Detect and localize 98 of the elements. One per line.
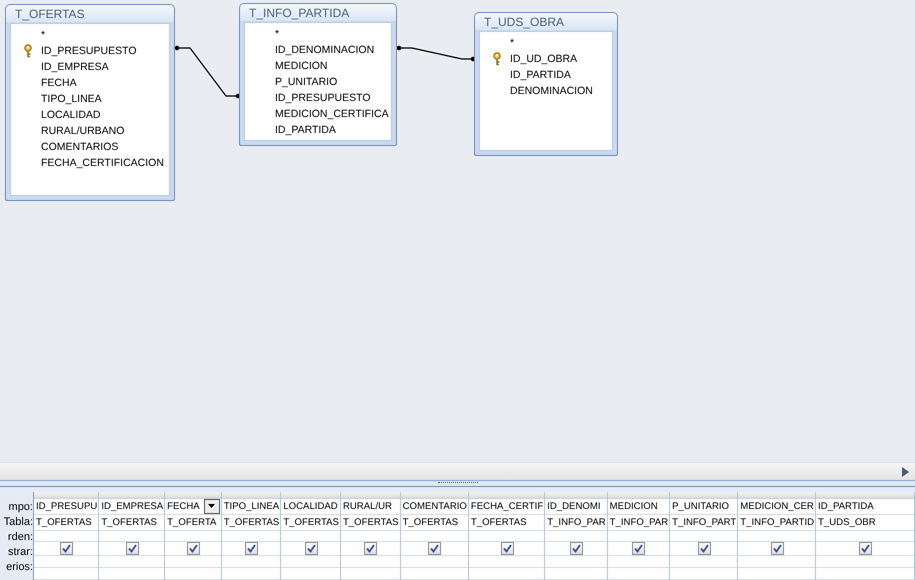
field-cell[interactable]: FECHA_CERTIF bbox=[470, 498, 544, 514]
checkmark-icon bbox=[62, 544, 72, 554]
column-selector[interactable] bbox=[468, 492, 544, 499]
field-name[interactable]: * bbox=[510, 37, 514, 49]
table-cell[interactable]: T_OFERTAS bbox=[283, 514, 339, 530]
checkmark-icon bbox=[247, 544, 256, 554]
column-selector[interactable] bbox=[670, 492, 738, 499]
row-label: strar: bbox=[8, 545, 33, 560]
table-cell[interactable]: T_OFERTA bbox=[167, 514, 216, 530]
table-cell[interactable]: T_INFO_PART bbox=[672, 514, 736, 530]
table-title: T_UDS_OBRA bbox=[475, 13, 617, 30]
show-checkbox[interactable] bbox=[428, 542, 442, 556]
field-name[interactable]: ID_PRESUPUESTO bbox=[41, 45, 136, 57]
show-checkbox[interactable] bbox=[60, 542, 74, 556]
field-name[interactable]: RURAL/URBANO bbox=[41, 125, 124, 137]
field-name[interactable]: ID_PARTIDA bbox=[510, 69, 571, 81]
field-cell[interactable]: COMENTARIO bbox=[402, 498, 467, 514]
dropdown-button[interactable] bbox=[204, 498, 220, 514]
field-name[interactable]: TIPO_LINEA bbox=[41, 93, 102, 105]
column-selector[interactable] bbox=[34, 492, 98, 499]
row-label: erios: bbox=[6, 560, 33, 575]
show-checkbox[interactable] bbox=[770, 542, 784, 556]
show-checkbox[interactable] bbox=[632, 542, 646, 556]
column-selector[interactable] bbox=[738, 492, 816, 499]
column-selector[interactable] bbox=[545, 492, 607, 499]
checkmark-icon bbox=[128, 544, 137, 554]
field-name[interactable]: * bbox=[41, 29, 46, 41]
show-checkbox[interactable] bbox=[126, 542, 139, 556]
field-name[interactable]: ID_DENOMINACION bbox=[275, 44, 374, 56]
table-title: T_OFERTAS bbox=[6, 5, 174, 22]
table-cell[interactable]: T_OFERTAS bbox=[36, 514, 92, 530]
field-cell[interactable]: MEDICION bbox=[610, 498, 658, 514]
table-title: T_INFO_PARTIDA bbox=[240, 4, 396, 21]
checkmark-icon bbox=[772, 544, 782, 554]
splitter-grip[interactable] bbox=[438, 482, 478, 485]
column-selector[interactable] bbox=[99, 492, 164, 499]
checkmark-icon bbox=[502, 544, 512, 554]
field-name[interactable]: ID_UD_OBRA bbox=[510, 53, 578, 65]
field-cell[interactable]: ID_PARTIDA bbox=[818, 498, 874, 514]
table-window[interactable]: T_INFO_PARTIDA * ID_DENOMINACION MEDICION P_UNITARIO ID_PRESUPUESTO MEDICION_CERTIFICA ID_PARTIDA bbox=[239, 3, 397, 146]
field-name[interactable]: FECHA bbox=[41, 77, 77, 89]
field-cell[interactable]: ID_EMPRESA bbox=[101, 498, 164, 514]
field-name[interactable]: COMENTARIOS bbox=[41, 141, 118, 153]
checkmark-icon bbox=[188, 544, 198, 554]
scroll-right-icon[interactable] bbox=[902, 466, 909, 476]
field-name[interactable]: ID_PRESUPUESTO bbox=[275, 92, 370, 104]
checkmark-icon bbox=[430, 544, 440, 554]
table-cell[interactable]: T_OFERTAS bbox=[101, 514, 157, 530]
field-cell[interactable]: LOCALIDAD bbox=[283, 498, 338, 514]
checkmark-icon bbox=[700, 544, 709, 554]
show-checkbox[interactable] bbox=[698, 542, 711, 556]
checkmark-icon bbox=[366, 544, 376, 554]
table-cell[interactable]: T_INFO_PARTID bbox=[740, 514, 814, 530]
caret-icon bbox=[208, 504, 216, 508]
field-cell[interactable]: ID_DENOMI bbox=[547, 498, 601, 514]
table-cell[interactable]: T_OFERTAS bbox=[470, 514, 526, 530]
table-window[interactable]: T_UDS_OBRA * ID_UD_OBRA ID_PARTIDA DENOMINACION bbox=[474, 12, 618, 156]
show-checkbox[interactable] bbox=[304, 542, 318, 556]
checkmark-icon bbox=[634, 544, 644, 554]
show-checkbox[interactable] bbox=[570, 542, 583, 556]
show-checkbox[interactable] bbox=[186, 542, 200, 556]
field-cell[interactable]: P_UNITARIO bbox=[672, 498, 729, 514]
column-selector[interactable] bbox=[608, 492, 670, 499]
field-name[interactable]: MEDICION bbox=[275, 60, 328, 72]
column-selector[interactable] bbox=[281, 492, 340, 499]
show-checkbox[interactable] bbox=[245, 542, 258, 556]
field-cell[interactable]: MEDICION_CER bbox=[740, 498, 814, 514]
table-cell[interactable]: T_UDS_OBR bbox=[818, 514, 876, 530]
checkmark-icon bbox=[572, 544, 581, 554]
field-cell[interactable]: TIPO_LINEA bbox=[224, 498, 280, 514]
field-name[interactable]: FECHA_CERTIFICACION bbox=[41, 157, 164, 169]
row-label: mpo: bbox=[8, 500, 33, 515]
column-selector[interactable] bbox=[400, 492, 468, 499]
field-name[interactable]: ID_PARTIDA bbox=[275, 124, 336, 136]
row-label: Tabla: bbox=[4, 515, 33, 530]
table-cell[interactable]: T_OFERTAS bbox=[224, 514, 280, 530]
field-cell[interactable]: FECHA bbox=[167, 498, 200, 514]
table-window[interactable]: T_OFERTAS * ID_PRESUPUESTO ID_EMPRESA FECHA TIPO_LINEA LOCALIDAD RURAL/URBANO COMENTARIOS FECHA_CERTIFICACION bbox=[5, 4, 175, 201]
show-checkbox[interactable] bbox=[500, 542, 514, 556]
field-name[interactable]: * bbox=[275, 28, 280, 40]
show-checkbox[interactable] bbox=[364, 542, 378, 556]
table-cell[interactable]: T_OFERTAS bbox=[402, 514, 458, 530]
pane-splitter[interactable] bbox=[0, 480, 915, 487]
table-cell[interactable]: T_INFO_PAR bbox=[547, 514, 606, 530]
field-cell[interactable]: ID_PRESUPU bbox=[36, 498, 98, 514]
checkmark-icon bbox=[306, 544, 316, 554]
field-cell[interactable]: RURAL/UR bbox=[342, 498, 392, 514]
column-selector[interactable] bbox=[340, 492, 400, 499]
horizontal-scrollbar[interactable] bbox=[0, 462, 915, 480]
table-cell[interactable]: T_INFO_PAR bbox=[610, 514, 668, 530]
field-name[interactable]: DENOMINACION bbox=[510, 85, 593, 97]
row-label: rden: bbox=[8, 530, 33, 545]
field-name[interactable]: P_UNITARIO bbox=[275, 76, 338, 88]
relationship-line bbox=[174, 46, 240, 98]
field-name[interactable]: LOCALIDAD bbox=[41, 109, 101, 121]
table-cell[interactable]: T_OFERTAS bbox=[342, 514, 399, 530]
field-name[interactable]: ID_EMPRESA bbox=[41, 61, 109, 73]
field-name[interactable]: MEDICION_CERTIFICA bbox=[275, 108, 389, 120]
